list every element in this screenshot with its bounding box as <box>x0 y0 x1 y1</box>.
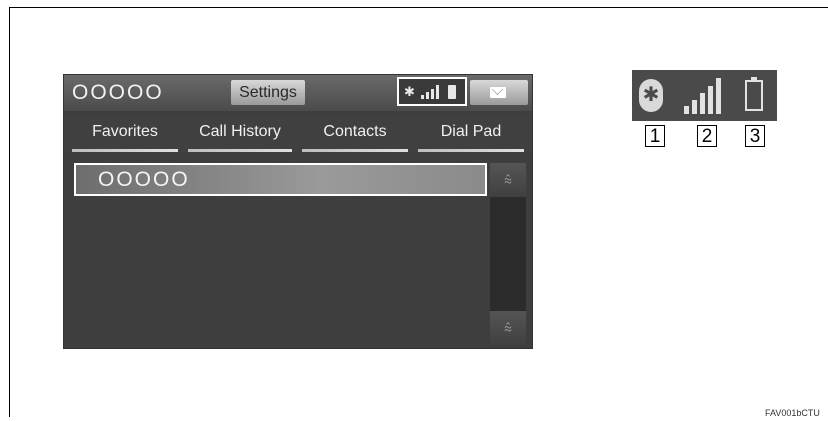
status-icon-legend: ✱ <box>632 70 777 121</box>
tab-call-history[interactable]: Call History <box>184 115 296 153</box>
signal-strength-icon <box>421 85 441 99</box>
bluetooth-icon: ✱ <box>404 84 415 99</box>
settings-button[interactable]: Settings <box>231 80 305 105</box>
legend-number-3: 3 <box>745 125 765 147</box>
tab-bar: Favorites Call History Contacts Dial Pad <box>64 115 532 153</box>
tab-contacts[interactable]: Contacts <box>298 115 412 153</box>
header-bar: OOOOO Settings ✱ <box>64 75 532 111</box>
battery-icon <box>745 77 763 111</box>
scrollbar[interactable]: ⩯ ⩯ <box>490 163 526 345</box>
list-item-label: OOOOO <box>98 168 190 191</box>
envelope-icon <box>490 87 506 98</box>
bluetooth-icon: ✱ <box>639 79 663 112</box>
legend-number-2: 2 <box>697 125 717 147</box>
status-indicator-group: ✱ <box>397 77 467 106</box>
scroll-up-icon[interactable]: ⩯ <box>490 163 526 197</box>
scroll-down-icon[interactable]: ⩯ <box>490 311 526 345</box>
signal-strength-icon <box>684 78 724 114</box>
figure-frame-left <box>9 7 10 417</box>
message-button[interactable] <box>470 80 528 105</box>
figure-code: FAV001bCTU <box>765 408 820 418</box>
tab-dial-pad[interactable]: Dial Pad <box>414 115 528 153</box>
list-item[interactable]: OOOOO <box>74 163 487 196</box>
phone-screen: OOOOO Settings ✱ Favorites Call History … <box>63 74 533 349</box>
tab-favorites[interactable]: Favorites <box>68 115 182 153</box>
figure-frame-top <box>9 7 828 8</box>
battery-icon <box>448 85 456 99</box>
legend-number-1: 1 <box>645 125 665 147</box>
device-name: OOOOO <box>72 81 164 104</box>
